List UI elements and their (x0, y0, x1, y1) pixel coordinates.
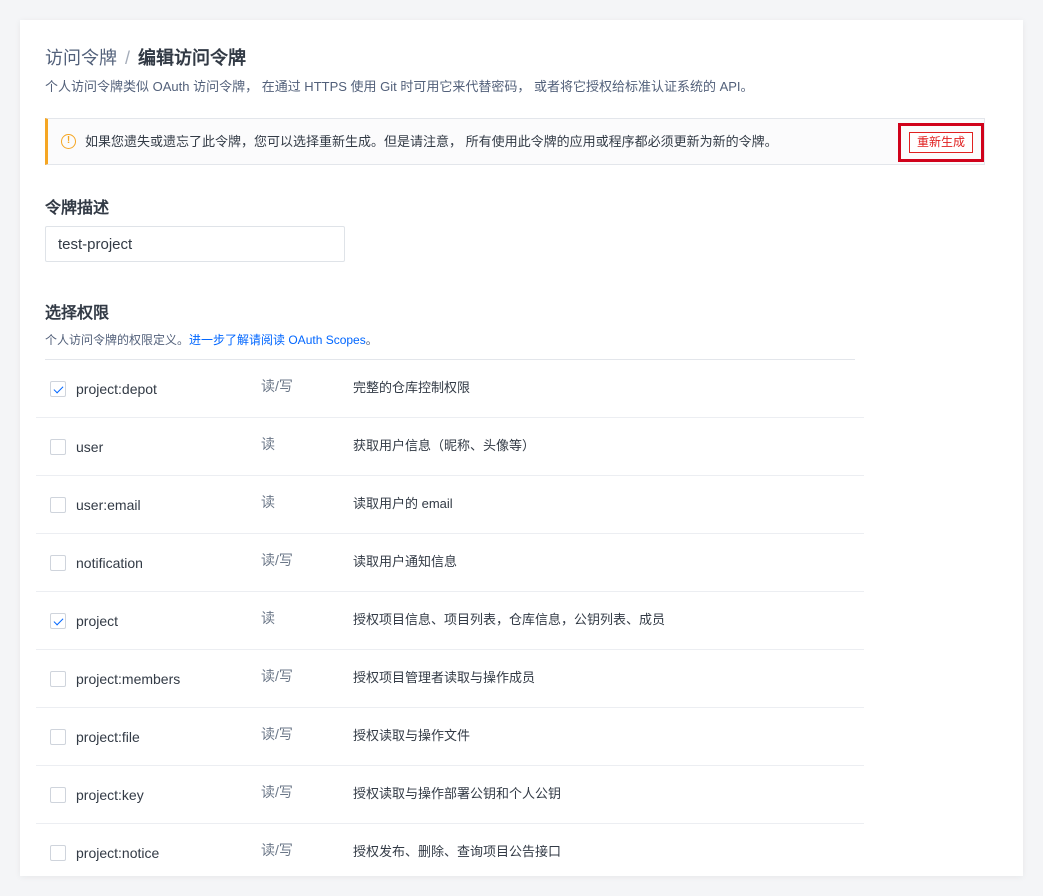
scope-description: 授权项目信息、项目列表，仓库信息，公钥列表、成员 (353, 612, 666, 627)
page-title: 编辑访问令牌 (138, 48, 247, 68)
scope-access-level: 读 (261, 494, 275, 510)
breadcrumb: 访问令牌 / 编辑访问令牌 (45, 46, 246, 70)
permissions-title: 选择权限 (45, 305, 110, 322)
scope-name[interactable]: project:key (76, 785, 144, 805)
scope-checkbox[interactable] (50, 439, 66, 455)
scope-description: 授权发布、删除、查询项目公告接口 (353, 844, 562, 859)
oauth-scopes-link[interactable]: 进一步了解请阅读 OAuth Scopes (189, 333, 366, 347)
scope-checkbox[interactable] (50, 613, 66, 629)
breadcrumb-separator: / (125, 48, 131, 68)
scope-checkbox[interactable] (50, 787, 66, 803)
page-subtitle: 个人访问令牌类似 OAuth 访问令牌， 在通过 HTTPS 使用 Git 时可… (45, 79, 754, 94)
scope-row: project:members 读/写 授权项目管理者读取与操作成员 (36, 650, 864, 708)
scope-description: 完整的仓库控制权限 (353, 380, 471, 395)
breadcrumb-parent-link[interactable]: 访问令牌 (45, 48, 117, 68)
scope-access-level: 读/写 (261, 552, 293, 568)
scope-checkbox[interactable] (50, 845, 66, 861)
scope-access-level: 读/写 (261, 668, 293, 684)
scope-access-level: 读/写 (261, 784, 293, 800)
scope-name[interactable]: project:notice (76, 843, 159, 863)
regenerate-highlight-box: 重新生成 (898, 123, 984, 162)
scope-checkbox[interactable] (50, 671, 66, 687)
scope-access-level: 读 (261, 436, 275, 452)
scope-name[interactable]: project:members (76, 669, 180, 689)
scope-name[interactable]: user:email (76, 495, 141, 515)
scope-access-level: 读/写 (261, 378, 293, 394)
scope-description: 授权读取与操作部署公钥和个人公钥 (353, 786, 562, 801)
scope-name[interactable]: user (76, 437, 103, 457)
scope-row: project 读 授权项目信息、项目列表，仓库信息，公钥列表、成员 (36, 592, 864, 650)
permissions-subtitle: 个人访问令牌的权限定义。进一步了解请阅读 OAuth Scopes。 (45, 333, 378, 347)
regenerate-button[interactable]: 重新生成 (909, 132, 973, 153)
scope-row: project:depot 读/写 完整的仓库控制权限 (36, 360, 864, 418)
scope-name[interactable]: project:file (76, 727, 140, 747)
scope-checkbox[interactable] (50, 497, 66, 513)
scope-row: project:notice 读/写 授权发布、删除、查询项目公告接口 (36, 824, 864, 876)
scope-description: 读取用户的 email (353, 496, 453, 511)
regenerate-alert: ! 如果您遗失或遗忘了此令牌，您可以选择重新生成。但是请注意， 所有使用此令牌的… (45, 118, 985, 165)
scope-row: project:key 读/写 授权读取与操作部署公钥和个人公钥 (36, 766, 864, 824)
scope-access-level: 读/写 (261, 842, 293, 858)
edit-token-card: 访问令牌 / 编辑访问令牌 个人访问令牌类似 OAuth 访问令牌， 在通过 HTT… (20, 20, 1023, 876)
scope-name[interactable]: project (76, 611, 118, 631)
scope-description: 授权读取与操作文件 (353, 728, 471, 743)
scope-checkbox[interactable] (50, 555, 66, 571)
scope-row: notification 读/写 读取用户通知信息 (36, 534, 864, 592)
scope-name[interactable]: notification (76, 553, 143, 573)
scope-row: user 读 获取用户信息（昵称、头像等） (36, 418, 864, 476)
scope-list: project:depot 读/写 完整的仓库控制权限 user 读 获取用户信息（昵称、… (36, 360, 864, 876)
scope-row: user:email 读 读取用户的 email (36, 476, 864, 534)
scope-checkbox[interactable] (50, 729, 66, 745)
alert-message: 如果您遗失或遗忘了此令牌，您可以选择重新生成。但是请注意， 所有使用此令牌的应用… (85, 134, 778, 149)
scope-checkbox[interactable] (50, 381, 66, 397)
scope-access-level: 读/写 (261, 726, 293, 742)
scope-name[interactable]: project:depot (76, 379, 157, 399)
warning-circle-icon: ! (61, 134, 76, 149)
scope-row: project:file 读/写 授权读取与操作文件 (36, 708, 864, 766)
scope-description: 读取用户通知信息 (353, 554, 458, 569)
scope-description: 获取用户信息（昵称、头像等） (353, 438, 536, 453)
token-description-title: 令牌描述 (45, 200, 110, 217)
token-description-input[interactable] (45, 226, 345, 262)
scope-description: 授权项目管理者读取与操作成员 (353, 670, 536, 685)
scope-access-level: 读 (261, 610, 275, 626)
